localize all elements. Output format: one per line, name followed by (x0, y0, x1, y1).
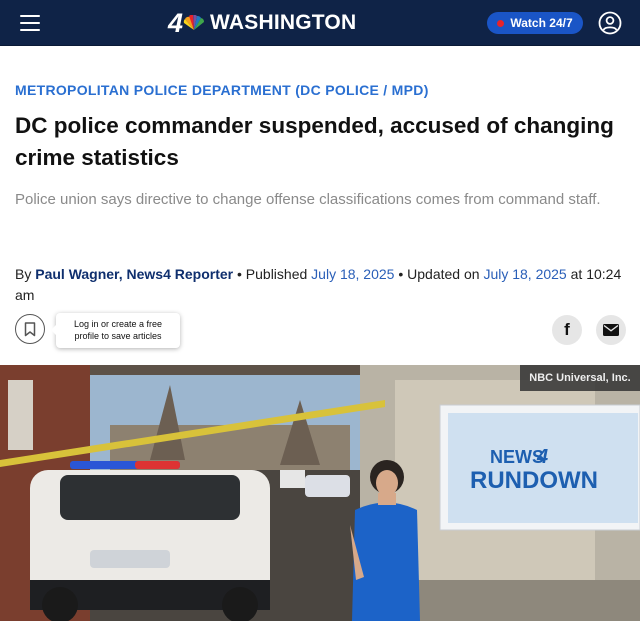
save-article-button[interactable] (15, 314, 45, 344)
live-dot-icon (497, 19, 505, 27)
article-subhead: Police union says directive to change of… (15, 191, 601, 208)
email-share-button[interactable] (596, 315, 626, 345)
site-header: 4 WASHINGTON Watch 24/7 (0, 0, 640, 46)
article-video-player[interactable]: NEWS 4 RUNDOWN NBC Universal, Inc. (0, 365, 640, 621)
watch-live-label: Watch 24/7 (510, 16, 573, 30)
author-link[interactable]: Paul Wagner, News4 Reporter (35, 266, 233, 282)
photo-credit: NBC Universal, Inc. (520, 365, 640, 391)
peacock-logo-icon (183, 15, 205, 30)
published-date: July 18, 2025 (311, 266, 395, 282)
menu-icon[interactable] (20, 15, 40, 31)
bookmark-icon (24, 321, 36, 336)
site-logo[interactable]: 4 WASHINGTON (168, 9, 356, 37)
byline-updated-label: • Updated on (394, 266, 484, 282)
screen-rundown-text: RUNDOWN (470, 467, 598, 494)
article-byline: By Paul Wagner, News4 Reporter • Publish… (15, 264, 625, 306)
video-thumbnail: NEWS 4 RUNDOWN (0, 365, 640, 621)
article-headline: DC police commander suspended, accused o… (15, 113, 614, 170)
screen-news-text: NEWS (490, 447, 544, 467)
facebook-icon: f (564, 320, 570, 339)
screen-four-text: 4 (536, 446, 548, 468)
updated-date: July 18, 2025 (483, 266, 567, 282)
logo-number: 4 (168, 8, 183, 38)
logo-text: WASHINGTON (210, 11, 357, 34)
tooltip-line-2: profile to save articles (74, 331, 162, 341)
section-kicker-link[interactable]: METROPOLITAN POLICE DEPARTMENT (DC POLIC… (15, 82, 429, 98)
byline-published-label: • Published (233, 266, 312, 282)
watch-live-button[interactable]: Watch 24/7 (487, 12, 583, 34)
email-icon (603, 324, 619, 336)
user-profile-icon[interactable] (598, 11, 622, 35)
tooltip-line-1: Log in or create a free (73, 319, 163, 329)
facebook-share-button[interactable]: f (552, 315, 582, 345)
byline-by: By (15, 266, 36, 282)
save-tooltip: Log in or create a free profile to save … (51, 313, 180, 348)
